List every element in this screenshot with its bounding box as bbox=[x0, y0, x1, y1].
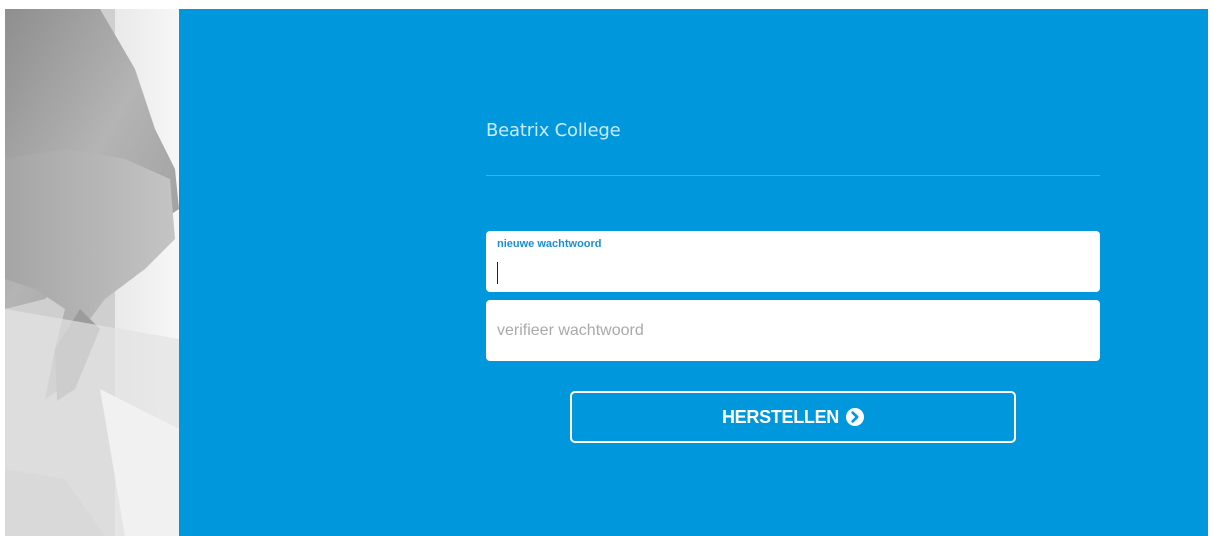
new-password-field[interactable]: nieuwe wachtwoord bbox=[486, 231, 1100, 292]
new-password-input[interactable] bbox=[486, 231, 1100, 292]
divider bbox=[486, 175, 1100, 176]
hand-photo-illustration bbox=[5, 9, 179, 536]
chevron-circle-right-icon bbox=[846, 408, 864, 426]
verify-password-input[interactable] bbox=[486, 300, 1100, 361]
reset-password-screen: Beatrix College nieuwe wachtwoord HERSTE… bbox=[5, 9, 1208, 536]
reset-panel: Beatrix College nieuwe wachtwoord HERSTE… bbox=[179, 9, 1208, 536]
restore-button[interactable]: HERSTELLEN bbox=[570, 391, 1016, 443]
restore-button-label: HERSTELLEN bbox=[721, 406, 839, 427]
school-name: Beatrix College bbox=[486, 120, 621, 141]
side-photo bbox=[5, 9, 179, 536]
verify-password-field[interactable] bbox=[486, 300, 1100, 361]
